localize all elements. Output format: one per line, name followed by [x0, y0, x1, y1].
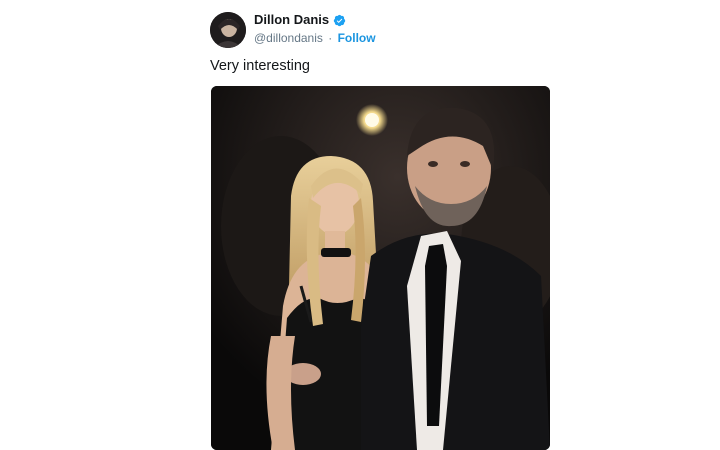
photo-icon [211, 86, 550, 450]
tweet-card: Dillon Danis @dillondanis · Follow Very … [210, 10, 550, 450]
tweet-author: Dillon Danis @dillondanis · Follow [210, 10, 550, 48]
follow-button[interactable]: Follow [338, 31, 376, 45]
author-names: Dillon Danis @dillondanis · Follow [254, 12, 376, 46]
author-display-name[interactable]: Dillon Danis [254, 12, 329, 28]
verified-badge-icon [333, 14, 346, 27]
avatar[interactable] [210, 12, 246, 48]
author-handle[interactable]: @dillondanis [254, 31, 323, 45]
tweet-photo[interactable] [211, 86, 550, 450]
separator-dot: · [328, 31, 333, 45]
author-handle-row: @dillondanis · Follow [254, 30, 376, 46]
tweet-text: Very interesting [210, 58, 310, 74]
